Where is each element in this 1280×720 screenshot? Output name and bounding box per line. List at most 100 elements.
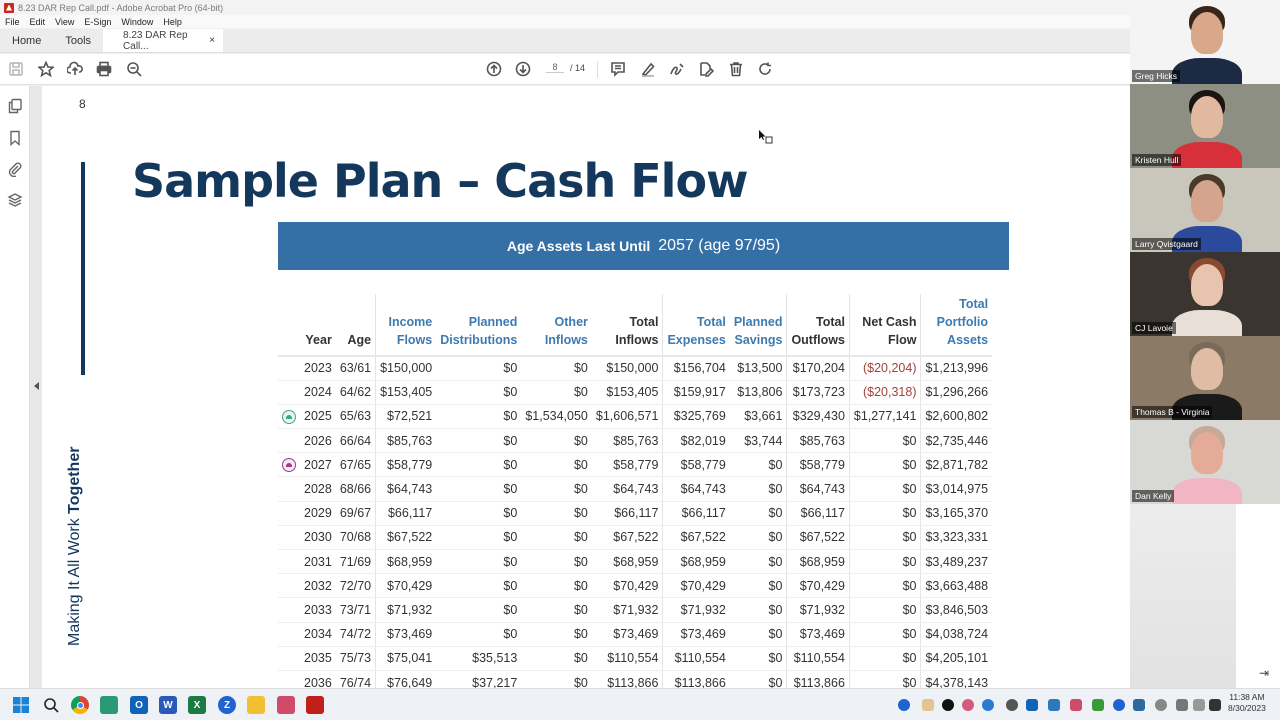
sign-icon[interactable] [668,60,686,78]
table-cell: $1,277,141 [848,404,921,430]
table-cell: $66,117 [375,501,437,526]
tray-network-app-icon[interactable] [962,699,974,711]
attachment-icon[interactable] [7,161,23,178]
page-up-icon[interactable] [485,60,503,78]
slack-icon[interactable] [277,696,295,714]
tray-security-icon[interactable] [1133,699,1145,711]
menu-esign[interactable]: E-Sign [79,17,116,27]
participant-video-tile[interactable]: Dan Kelly [1130,420,1280,504]
participant-video-tile[interactable]: Larry Qvistgaard [1130,168,1280,252]
table-cell: $70,429 [662,573,730,599]
chevron-left-icon[interactable] [34,382,39,390]
column-header: Age [335,294,376,357]
rotate-icon[interactable] [756,60,774,78]
table-cell: $0 [848,597,921,623]
page-down-icon[interactable] [514,60,532,78]
tray-slack-icon[interactable] [1070,699,1082,711]
close-icon[interactable]: × [209,35,215,46]
tab-document[interactable]: 8.23 DAR Rep Call... × [103,29,224,52]
comment-icon[interactable] [609,60,627,78]
column-header-line: Flows [396,333,433,347]
file-explorer-icon[interactable] [247,696,265,714]
chrome-icon[interactable] [71,696,89,714]
windows-start-icon[interactable] [12,696,30,714]
table-cell: $0 [848,476,921,502]
zoom-app-icon[interactable]: Z [218,696,236,714]
table-cell: 2036 [300,670,336,688]
table-cell: $0 [848,501,921,526]
menu-file[interactable]: File [0,17,25,27]
table-cell: $71,932 [662,597,730,623]
star-icon[interactable] [37,60,55,78]
zoom-out-icon[interactable] [125,60,143,78]
table-cell: $0 [729,670,787,688]
retirement-milestone-icon[interactable] [282,409,296,424]
table-cell: $0 [436,501,522,526]
tray-tool-icon[interactable] [982,699,994,711]
tray-sync-icon[interactable] [1048,699,1060,711]
tray-plus-icon[interactable] [1092,699,1104,711]
table-row: 2030 70/68 $67,522 $0 $0 $67,522 $67,522 $0 $67,… [278,525,993,551]
row-marker-cell [278,476,300,502]
print-icon[interactable] [95,60,113,78]
save-icon[interactable] [7,60,25,78]
table-cell: $0 [521,452,592,478]
expand-right-panel-icon[interactable]: ⇥ [1259,666,1269,680]
bluetooth-icon[interactable] [1113,699,1125,711]
table-cell: $0 [436,476,522,502]
tray-app-icon[interactable] [942,699,954,711]
microphone-icon[interactable] [1155,699,1167,711]
table-cell: $0 [436,404,522,430]
tray-camera-icon[interactable] [1006,699,1018,711]
menu-help[interactable]: Help [158,17,187,27]
edit-pdf-icon[interactable] [697,60,715,78]
battery-icon[interactable] [1209,699,1221,711]
tray-outlook-icon[interactable] [1026,699,1038,711]
tab-tools[interactable]: Tools [53,29,103,52]
participant-video-tile[interactable]: Kristen Hull [1130,84,1280,168]
pages-icon[interactable] [7,98,23,114]
table-cell: $68,959 [591,549,663,575]
highlight-icon[interactable] [639,60,657,78]
column-header: Planned Distributions [436,294,522,357]
table-cell: $68,959 [375,549,437,575]
table-cell: $70,429 [786,573,850,599]
acrobat-icon[interactable] [306,696,324,714]
menu-view[interactable]: View [50,17,79,27]
excel-icon[interactable]: X [188,696,206,714]
participant-video-tile[interactable]: CJ Lavoie [1130,252,1280,336]
system-clock[interactable]: 11:38 AM 8/30/2023 [1228,692,1266,714]
left-panel-collapse-handle[interactable] [30,86,42,688]
participant-video-tile[interactable]: Thomas B - Virginia [1130,336,1280,420]
participant-video-tile[interactable]: Greg Hicks [1130,0,1280,84]
upload-icon[interactable] [66,60,84,78]
table-row: 2035 75/73 $75,041 $35,513 $0 $110,554 $110,55… [278,646,993,671]
current-page-input[interactable]: 8 [546,62,564,73]
word-icon[interactable]: W [159,696,177,714]
table-cell: $0 [729,452,787,478]
tab-home[interactable]: Home [0,29,53,52]
edge-icon[interactable] [100,696,118,714]
tray-zoom-icon[interactable] [898,699,910,711]
tray-mail-icon[interactable] [922,699,934,711]
menu-window[interactable]: Window [116,17,158,27]
network-icon[interactable] [1176,699,1188,711]
table-cell: $0 [521,573,592,599]
table-cell: $0 [436,597,522,623]
right-panel-area: ⇥ [1236,504,1280,688]
table-cell: $0 [436,622,522,647]
layers-icon[interactable] [7,192,23,208]
bookmark-icon[interactable] [7,130,23,147]
acrobat-icon [4,2,14,13]
milestone-icon[interactable] [282,458,296,473]
table-cell: $58,779 [375,452,437,478]
outlook-icon[interactable]: O [130,696,148,714]
volume-icon[interactable] [1193,699,1205,711]
search-icon[interactable] [42,696,60,714]
page-navigator: 8 / 14 [546,62,585,73]
video-participants-panel: Greg Hicks Kristen Hull Larry Qvistgaard CJ… [1130,0,1280,504]
delete-icon[interactable] [727,60,745,78]
column-header-line: Planned [468,315,518,329]
column-header-line: Total [696,315,726,329]
menu-edit[interactable]: Edit [25,17,51,27]
